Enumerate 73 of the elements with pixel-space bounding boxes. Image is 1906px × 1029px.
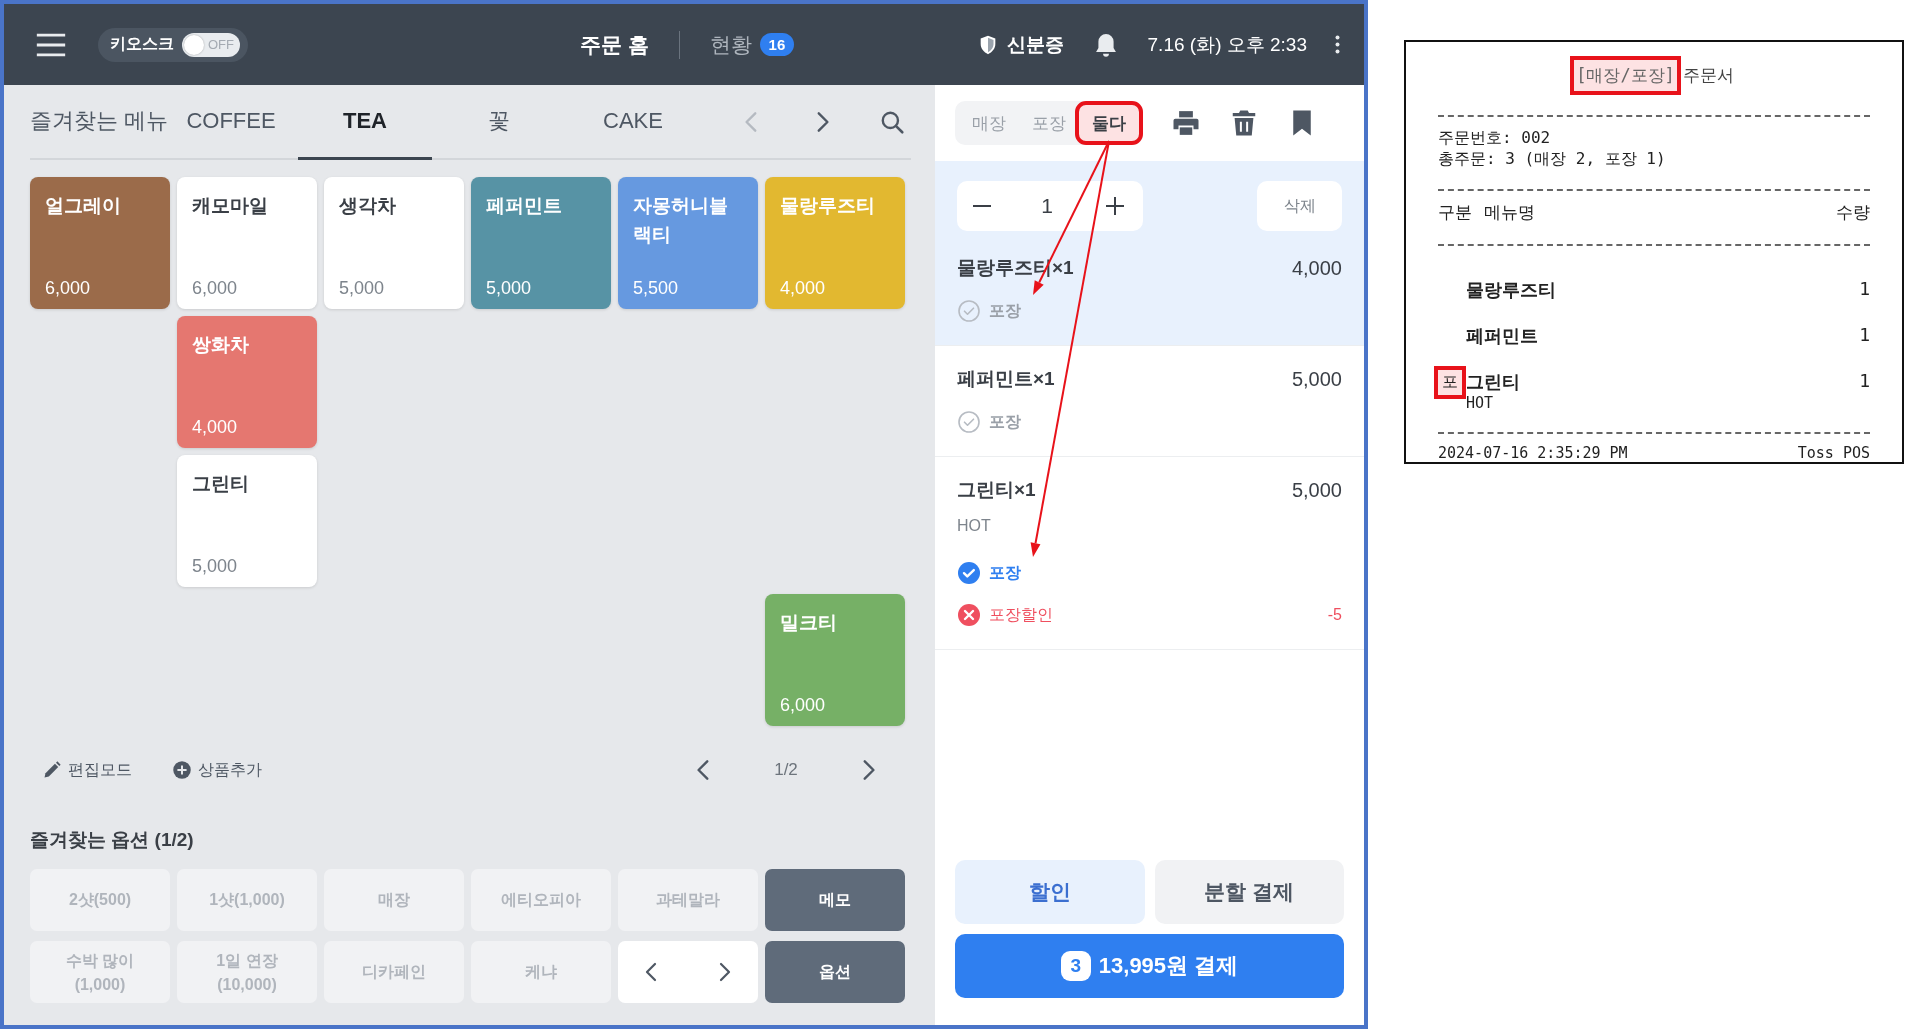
pay-button[interactable]: 3 13,995원 결제 xyxy=(955,934,1344,998)
date-time: 7.16 (화) 오후 2:33 xyxy=(1147,32,1307,57)
menu-item-tile[interactable]: 얼그레이 6,000 xyxy=(30,177,170,309)
discount-amount: -5 xyxy=(1327,606,1342,624)
order-item-row[interactable]: 페퍼민트×1 5,000 포장 xyxy=(935,346,1364,457)
delete-button[interactable]: 삭제 xyxy=(1257,181,1342,231)
section-title: 즐겨찾는 옵션 (1/2) xyxy=(30,828,195,852)
category-tab[interactable]: TEA xyxy=(298,85,432,160)
more-icon xyxy=(1335,35,1340,54)
quantity-value: 1 xyxy=(1041,194,1053,218)
page-indicator: 1/2 xyxy=(773,760,799,780)
plus-icon xyxy=(1103,194,1127,218)
column-header: 수량 xyxy=(1836,201,1870,224)
increase-button[interactable] xyxy=(1103,194,1127,218)
order-type-option[interactable]: 매장 xyxy=(959,105,1019,141)
count-badge: 16 xyxy=(759,33,795,56)
menu-item-tile[interactable]: 캐모마일 6,000 xyxy=(177,177,317,309)
discount-button[interactable]: 할인 xyxy=(955,860,1145,924)
item-price: 4,000 xyxy=(1291,256,1342,280)
order-item-row[interactable]: 그린티×1 5,000 HOT 포장 포장할인 -5 xyxy=(935,457,1364,650)
print-button[interactable] xyxy=(1171,108,1201,138)
category-tab[interactable]: CAKE xyxy=(566,85,700,160)
order-type-option[interactable]: 포장 xyxy=(1019,105,1079,141)
nav-tab[interactable]: 주문 홈 xyxy=(579,30,649,59)
minus-icon xyxy=(973,205,991,207)
item-name: 그린티×1 xyxy=(957,478,1036,502)
menu-item-tile[interactable]: 페퍼민트 5,000 xyxy=(471,177,611,309)
edit-mode-button[interactable]: 편집모드 xyxy=(42,759,132,781)
action-button[interactable]: 메모 xyxy=(765,869,905,931)
category-tab[interactable]: 꽃 xyxy=(432,85,566,160)
plus-circle-icon xyxy=(172,760,192,780)
nav-tab[interactable]: 현황 16 xyxy=(709,30,795,59)
quantity: 1 xyxy=(1859,370,1870,391)
printer-icon xyxy=(1171,108,1201,138)
id-card-button[interactable]: 신분증 xyxy=(976,31,1064,58)
menu-name: 그린티 xyxy=(1466,370,1521,394)
receipt-title: 주문서 xyxy=(1682,64,1734,87)
check-circle-icon xyxy=(957,561,981,585)
action-button[interactable]: 옵션 xyxy=(765,941,905,1003)
kiosk-toggle[interactable]: 키오스크 OFF xyxy=(98,27,248,62)
check-circle-icon xyxy=(957,299,981,323)
takeout-checkbox[interactable]: 포장 xyxy=(957,410,1021,434)
discount-label: 포장할인 xyxy=(989,604,1053,625)
more-button[interactable] xyxy=(1335,35,1340,54)
item-option-text: HOT xyxy=(957,517,991,535)
add-item-button[interactable]: 상품추가 xyxy=(172,759,262,781)
menu-option: HOT xyxy=(1466,394,1860,412)
printer-name: Toss POS xyxy=(1797,444,1870,462)
menu-name: 페퍼민트 xyxy=(1466,324,1539,348)
remove-icon[interactable] xyxy=(957,603,981,627)
item-price: 5,000 xyxy=(1291,367,1342,391)
count-badge: 3 xyxy=(1060,951,1091,981)
menu-item-tile[interactable]: 자몽허니블랙티 5,500 xyxy=(618,177,758,309)
split-payment-button[interactable]: 분할 결제 xyxy=(1154,860,1344,924)
column-header: 메뉴명 xyxy=(1484,201,1536,224)
item-name: 페퍼민트×1 xyxy=(957,367,1055,391)
quantity: 1 xyxy=(1859,278,1870,299)
item-price: 5,000 xyxy=(1291,478,1342,502)
kiosk-label: 키오스크 xyxy=(110,34,174,54)
print-time: 2024-07-16 2:35:29 PM xyxy=(1438,444,1628,462)
quantity: 1 xyxy=(1859,324,1870,345)
takeout-checkbox[interactable]: 포장 xyxy=(957,561,1021,585)
order-number: 주문번호: 002 xyxy=(1438,127,1552,148)
order-total: 총주문: 3 (매장 2, 포장 1) xyxy=(1438,148,1667,169)
menu-name: 물랑루즈티 xyxy=(1466,278,1557,302)
column-header: 구분 xyxy=(1438,201,1472,224)
menu-item-tile[interactable]: 그린티 5,000 xyxy=(177,455,317,587)
menu-item-tile[interactable]: 생각차 5,000 xyxy=(324,177,464,309)
menu-item-tile[interactable]: 밀크티 6,000 xyxy=(765,594,905,726)
takeout-checkbox[interactable]: 포장 xyxy=(957,299,1021,323)
menu-item-tile[interactable]: 쌍화차 4,000 xyxy=(177,316,317,448)
check-circle-icon xyxy=(957,410,981,434)
pencil-icon xyxy=(42,760,62,780)
